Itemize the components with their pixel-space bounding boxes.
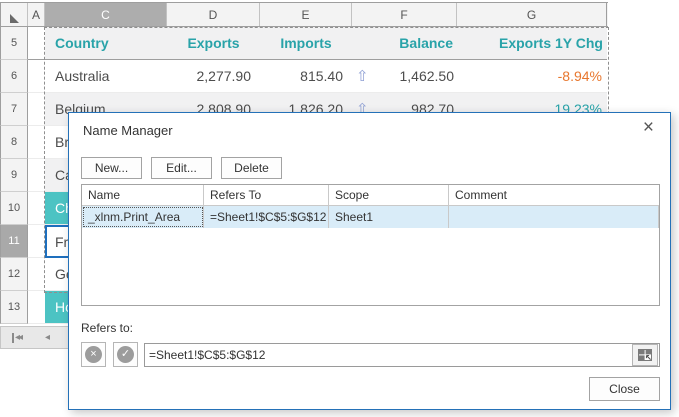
column-header-comment[interactable]: Comment <box>449 185 659 205</box>
nav-first-sheet-icon[interactable]: ◂◂ <box>12 333 21 343</box>
column-header-D[interactable]: D <box>167 3 260 26</box>
cell-A11[interactable] <box>28 225 45 258</box>
cell-C5[interactable]: Country <box>45 27 167 60</box>
cell-D5[interactable]: Exports <box>167 27 260 60</box>
select-range-button[interactable] <box>632 344 658 366</box>
cell-A12[interactable] <box>28 258 45 291</box>
cell-E6[interactable]: 815.40 <box>260 60 352 93</box>
column-header-scope[interactable]: Scope <box>329 185 449 205</box>
column-header-E[interactable]: E <box>260 3 352 26</box>
cell-A7[interactable] <box>28 93 45 126</box>
cell-F6[interactable]: ⇧ 1,462.50 <box>352 60 457 93</box>
column-header-name[interactable]: Name <box>82 185 204 205</box>
cancel-button[interactable]: × <box>81 342 106 367</box>
row-header-7[interactable]: 7 <box>0 93 28 126</box>
cell-A8[interactable] <box>28 126 45 159</box>
delete-button[interactable]: Delete <box>221 157 282 179</box>
column-header-strip: ACDEFG <box>0 2 608 27</box>
cell-G6[interactable]: -8.94% <box>457 60 607 93</box>
cell-A6[interactable] <box>28 60 45 93</box>
column-headers: ACDEFG <box>28 3 607 26</box>
cell-G5[interactable]: Exports 1Y Chg <box>457 27 607 60</box>
row-header-9[interactable]: 9 <box>0 159 28 192</box>
select-all-triangle-icon <box>10 14 19 23</box>
balance-value: 1,462.50 <box>400 68 455 84</box>
cell-A10[interactable] <box>28 192 45 225</box>
screen: ACDEFG 5 CountryExportsImportsBalanceExpo… <box>0 0 679 417</box>
row-header-6[interactable]: 6 <box>0 60 28 93</box>
column-header-C[interactable]: C <box>45 3 167 26</box>
up-arrow-icon: ⇧ <box>356 69 369 84</box>
table-row[interactable]: _xlnm.Print_Area =Sheet1!$C$5:$G$12 Shee… <box>82 206 659 228</box>
range-select-grid-icon <box>638 349 652 361</box>
cell-F5[interactable]: Balance <box>352 27 457 60</box>
column-header-F[interactable]: F <box>352 3 457 26</box>
cell-A5[interactable] <box>28 27 45 60</box>
select-all-button[interactable] <box>0 3 28 26</box>
refers-to-input[interactable] <box>145 344 632 366</box>
sheet-row-6: 6 Australia2,277.90815.40 ⇧ 1,462.50-8.94% <box>0 60 608 93</box>
column-header-refers-to[interactable]: Refers To <box>204 185 329 205</box>
cell-E5[interactable]: Imports <box>260 27 352 60</box>
cell-A13[interactable] <box>28 291 45 324</box>
row-header-11[interactable]: 11 <box>0 225 28 258</box>
row-header-12[interactable]: 12 <box>0 258 28 291</box>
row-header-10[interactable]: 10 <box>0 192 28 225</box>
cancel-icon: × <box>85 346 102 363</box>
column-header-G[interactable]: G <box>457 3 607 26</box>
row-header-5[interactable]: 5 <box>0 27 28 60</box>
new-button[interactable]: New... <box>81 157 142 179</box>
name-cell[interactable]: _xlnm.Print_Area <box>82 206 204 228</box>
row-header-13[interactable]: 13 <box>0 291 28 324</box>
confirm-icon: ✓ <box>117 346 134 363</box>
confirm-button[interactable]: ✓ <box>113 342 138 367</box>
cell-A9[interactable] <box>28 159 45 192</box>
refers-to-cell[interactable]: =Sheet1!$C$5:$G$12 <box>204 206 329 228</box>
close-icon[interactable]: × <box>635 115 662 141</box>
cell-C6[interactable]: Australia <box>45 60 167 93</box>
close-button[interactable]: Close <box>589 377 660 401</box>
names-table: Name Refers To Scope Comment _xlnm.Print… <box>81 184 660 306</box>
sheet-row-5: 5 CountryExportsImportsBalanceExports 1Y … <box>0 27 608 60</box>
cell-D6[interactable]: 2,277.90 <box>167 60 260 93</box>
name-manager-dialog: Name Manager × New... Edit... Delete Nam… <box>68 112 671 410</box>
column-header-A[interactable]: A <box>28 3 45 26</box>
dialog-title: Name Manager <box>83 123 173 138</box>
edit-button[interactable]: Edit... <box>151 157 212 179</box>
row-header-8[interactable]: 8 <box>0 126 28 159</box>
refers-to-field-wrap <box>144 343 660 367</box>
nav-prev-sheet-icon[interactable]: ◂ <box>45 333 50 343</box>
comment-cell[interactable] <box>449 206 659 228</box>
scope-cell[interactable]: Sheet1 <box>329 206 449 228</box>
refers-to-label: Refers to: <box>81 321 133 335</box>
names-table-header: Name Refers To Scope Comment <box>82 185 659 206</box>
